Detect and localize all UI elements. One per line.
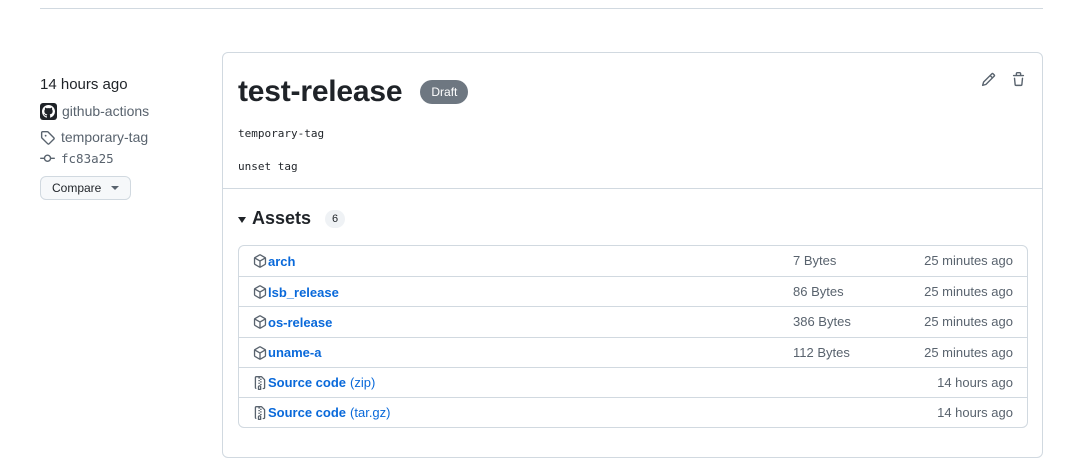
assets-title: Assets [252, 208, 312, 228]
file-zip-icon [253, 405, 267, 420]
card-divider [223, 188, 1042, 189]
github-icon [42, 104, 55, 118]
release-meta: 14 hours ago github-actions temporary-ta… [40, 74, 210, 200]
package-icon [253, 254, 267, 268]
asset-link-ext: (zip) [350, 375, 376, 391]
asset-row: os-release 386 Bytes 25 minutes ago [239, 306, 1027, 336]
release-author[interactable]: github-actions [40, 101, 210, 121]
asset-link-ext: (tar.gz) [350, 405, 391, 421]
asset-row: Source code (zip) 14 hours ago [239, 366, 1027, 397]
asset-size: 86 Bytes [793, 284, 844, 300]
compare-button[interactable]: Compare [40, 176, 132, 200]
top-divider [40, 8, 1043, 9]
asset-row: Source code (tar.gz) 14 hours ago [239, 396, 1027, 427]
source-code-zip-link[interactable]: Source code (zip) [268, 375, 375, 390]
asset-size: 112 Bytes [793, 344, 850, 360]
release-header: test-release Draft [238, 75, 469, 109]
asset-date: 14 hours ago [937, 374, 1013, 390]
chevron-down-icon [111, 186, 120, 190]
release-tag[interactable]: temporary-tag [40, 127, 210, 147]
asset-link-label: Source code [268, 375, 347, 391]
commit-sha[interactable]: fc83a25 [61, 151, 114, 166]
draft-badge: Draft [420, 80, 469, 104]
asset-date: 14 hours ago [937, 404, 1013, 420]
asset-size: 386 Bytes [793, 314, 851, 330]
package-icon [253, 315, 267, 330]
package-icon [253, 285, 267, 300]
tag-icon [40, 130, 56, 145]
compare-label: Compare [52, 181, 102, 195]
asset-link-label: Source code [268, 405, 347, 421]
source-code-targz-link[interactable]: Source code (tar.gz) [268, 405, 391, 420]
asset-link[interactable]: arch [268, 254, 295, 269]
package-icon [253, 345, 267, 360]
release-time: 14 hours ago [40, 76, 128, 93]
asset-date: 25 minutes ago [924, 314, 1013, 330]
pencil-icon[interactable] [980, 71, 996, 87]
asset-link[interactable]: lsb_release [268, 285, 339, 300]
release-card: test-release Draft temporary-tag unset t… [222, 52, 1043, 458]
asset-row: uname-a 112 Bytes 25 minutes ago [239, 336, 1027, 367]
release-actions [980, 71, 1026, 87]
asset-date: 25 minutes ago [924, 284, 1013, 300]
author-name[interactable]: github-actions [62, 103, 149, 119]
asset-link[interactable]: uname-a [268, 345, 321, 360]
asset-date: 25 minutes ago [924, 253, 1013, 268]
asset-link[interactable]: os-release [268, 315, 332, 330]
file-zip-icon [253, 375, 267, 390]
assets-list: arch 7 Bytes 25 minutes ago lsb_release … [238, 245, 1028, 429]
asset-size: 7 Bytes [793, 253, 837, 268]
trash-icon[interactable] [1010, 71, 1026, 87]
release-commit[interactable]: fc83a25 [40, 148, 210, 168]
asset-row: lsb_release 86 Bytes 25 minutes ago [239, 276, 1027, 306]
git-commit-icon [40, 151, 56, 166]
avatar[interactable] [40, 102, 57, 120]
asset-date: 25 minutes ago [924, 344, 1013, 360]
release-title[interactable]: test-release [238, 75, 403, 109]
triangle-down-icon [238, 216, 246, 223]
asset-row: arch 7 Bytes 25 minutes ago [239, 246, 1027, 276]
release-body-line: unset tag [238, 160, 298, 173]
assets-count: 6 [325, 209, 346, 228]
assets-toggle[interactable]: Assets 6 [238, 208, 346, 229]
release-body-line: temporary-tag [238, 127, 325, 140]
tag-name[interactable]: temporary-tag [61, 129, 148, 145]
